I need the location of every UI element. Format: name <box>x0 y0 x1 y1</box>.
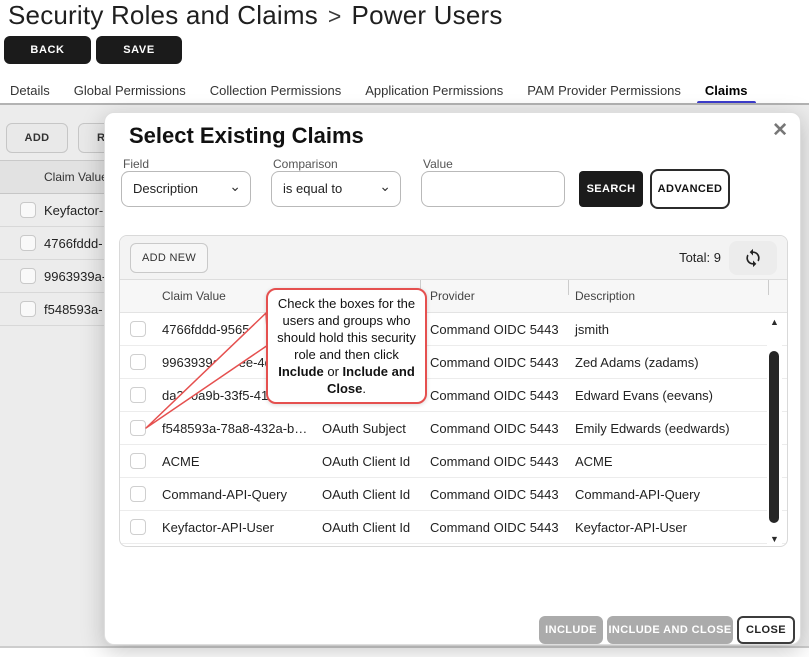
table-row: Keyfactor-API-User OAuth Client Id Comma… <box>120 511 787 544</box>
table-row: 4766fddd-9565-4… OAuth Subject Command O… <box>120 313 787 346</box>
comparison-select-value: is equal to <box>283 181 342 196</box>
cell-provider: Command OIDC 5443 <box>430 412 559 445</box>
tab-claims[interactable]: Claims <box>705 83 748 98</box>
table-row: f548593a-78a8-432a-b… OAuth Subject Comm… <box>120 412 787 445</box>
scrollbar-thumb[interactable] <box>769 351 779 523</box>
cell-provider: Command OIDC 5443 <box>430 346 559 379</box>
callout-text: or <box>324 364 343 379</box>
cell-description: jsmith <box>575 313 609 346</box>
tab-bar: Details Global Permissions Collection Pe… <box>10 78 748 102</box>
breadcrumb-root: Security Roles and Claims <box>8 0 318 30</box>
cell-description: ACME <box>575 445 613 478</box>
tab-details[interactable]: Details <box>10 83 50 98</box>
comparison-select[interactable]: is equal to ⌄ <box>271 171 401 207</box>
table-row: 9963939a-85ee-4d… OAuth Subject Command … <box>120 346 787 379</box>
row-checkbox[interactable] <box>130 519 146 535</box>
row-checkbox[interactable] <box>130 453 146 469</box>
table-row: da300a9b-33f5-4148-b… OAuth Subject Comm… <box>120 379 787 412</box>
instruction-callout: Check the boxes for the users and groups… <box>266 288 427 404</box>
breadcrumb-separator: > <box>328 3 342 29</box>
cell-provider: Command OIDC 5443 <box>430 511 559 544</box>
cell-provider: Command OIDC 5443 <box>430 478 559 511</box>
cell-claim-type: OAuth Client Id <box>322 478 410 511</box>
cell-provider: Command OIDC 5443 <box>430 313 559 346</box>
field-select-value: Description <box>133 181 198 196</box>
refresh-button[interactable] <box>729 241 777 275</box>
cell-claim-type: OAuth Client Id <box>322 511 410 544</box>
callout-text: . <box>362 381 366 396</box>
include-and-close-button[interactable]: INCLUDE AND CLOSE <box>607 616 733 644</box>
select-existing-claims-dialog: ✕ Select Existing Claims Field Compariso… <box>104 112 801 645</box>
search-button[interactable]: SEARCH <box>579 171 643 207</box>
header-claim-value: Claim Value <box>162 280 226 313</box>
field-select[interactable]: Description ⌄ <box>121 171 251 207</box>
cell-claim-value: 4766fddd-9565-4… <box>162 313 274 346</box>
claim-value-header: Claim Value <box>44 161 108 194</box>
cell-description: Command-API-Query <box>575 478 700 511</box>
existing-claims-table: ADD NEW Total: 9 Claim Value Claim Type … <box>119 235 788 547</box>
callout-bold-include: Include <box>278 364 324 379</box>
table-row: ACME OAuth Client Id Command OIDC 5443 A… <box>120 445 787 478</box>
row-checkbox[interactable] <box>130 354 146 370</box>
table-row: Command-API-Query OAuth Client Id Comman… <box>120 478 787 511</box>
cell-description: Edward Evans (eevans) <box>575 379 713 412</box>
refresh-icon <box>743 248 763 268</box>
back-button[interactable]: BACK <box>4 36 91 64</box>
row-checkbox[interactable] <box>130 387 146 403</box>
screen: Security Roles and Claims > Power Users BA… <box>0 0 809 657</box>
comparison-label: Comparison <box>273 157 338 171</box>
page-title: Security Roles and Claims > Power Users <box>8 0 503 31</box>
cell-description: Emily Edwards (eedwards) <box>575 412 730 445</box>
dialog-title: Select Existing Claims <box>129 123 364 149</box>
cell-claim-value: Command-API-Query <box>162 478 287 511</box>
cell-claim-value: Keyfactor-API-User <box>162 511 274 544</box>
save-button[interactable]: SAVE <box>96 36 182 64</box>
add-new-button[interactable]: ADD NEW <box>130 243 208 273</box>
column-divider <box>568 280 569 295</box>
scroll-down-icon[interactable]: ▼ <box>767 534 782 544</box>
close-icon[interactable]: ✕ <box>772 119 788 142</box>
cell-claim-type: OAuth Client Id <box>322 445 410 478</box>
close-button[interactable]: CLOSE <box>737 616 795 644</box>
scroll-up-icon[interactable]: ▲ <box>767 317 782 327</box>
breadcrumb-current: Power Users <box>352 0 503 30</box>
field-label: Field <box>123 157 149 171</box>
row-checkbox[interactable] <box>20 202 36 218</box>
row-checkbox[interactable] <box>20 301 36 317</box>
row-checkbox[interactable] <box>20 268 36 284</box>
tab-global-permissions[interactable]: Global Permissions <box>74 83 186 98</box>
column-divider <box>768 280 769 295</box>
add-button[interactable]: ADD <box>6 123 68 153</box>
table-body: 4766fddd-9565-4… OAuth Subject Command O… <box>120 313 787 544</box>
cell-description: Keyfactor-API-User <box>575 511 687 544</box>
tab-pam-provider-permissions[interactable]: PAM Provider Permissions <box>527 83 681 98</box>
include-button[interactable]: INCLUDE <box>539 616 603 644</box>
cell-claim-type: OAuth Subject <box>322 412 406 445</box>
value-label: Value <box>423 157 453 171</box>
row-checkbox[interactable] <box>130 321 146 337</box>
header-description: Description <box>575 280 635 313</box>
cell-claim-value: ACME <box>162 445 200 478</box>
table-toolbar: ADD NEW Total: 9 <box>120 236 787 280</box>
row-checkbox[interactable] <box>20 235 36 251</box>
tab-collection-permissions[interactable]: Collection Permissions <box>210 83 342 98</box>
total-count: Total: 9 <box>679 236 721 280</box>
advanced-button[interactable]: ADVANCED <box>650 169 730 209</box>
row-checkbox[interactable] <box>130 486 146 502</box>
tab-application-permissions[interactable]: Application Permissions <box>365 83 503 98</box>
cell-provider: Command OIDC 5443 <box>430 445 559 478</box>
chevron-down-icon: ⌄ <box>229 169 241 203</box>
callout-text: Check the boxes for the users and groups… <box>277 296 416 362</box>
header-provider: Provider <box>430 280 475 313</box>
vertical-scrollbar[interactable]: ▲ ▼ <box>767 317 782 544</box>
chevron-down-icon: ⌄ <box>379 169 391 203</box>
cell-provider: Command OIDC 5443 <box>430 379 559 412</box>
table-header-row: Claim Value Claim Type Provider Descript… <box>120 280 787 313</box>
value-input[interactable] <box>421 171 565 207</box>
cell-claim-value: f548593a-78a8-432a-b… <box>162 412 307 445</box>
cell-description: Zed Adams (zadams) <box>575 346 699 379</box>
row-checkbox[interactable] <box>130 420 146 436</box>
